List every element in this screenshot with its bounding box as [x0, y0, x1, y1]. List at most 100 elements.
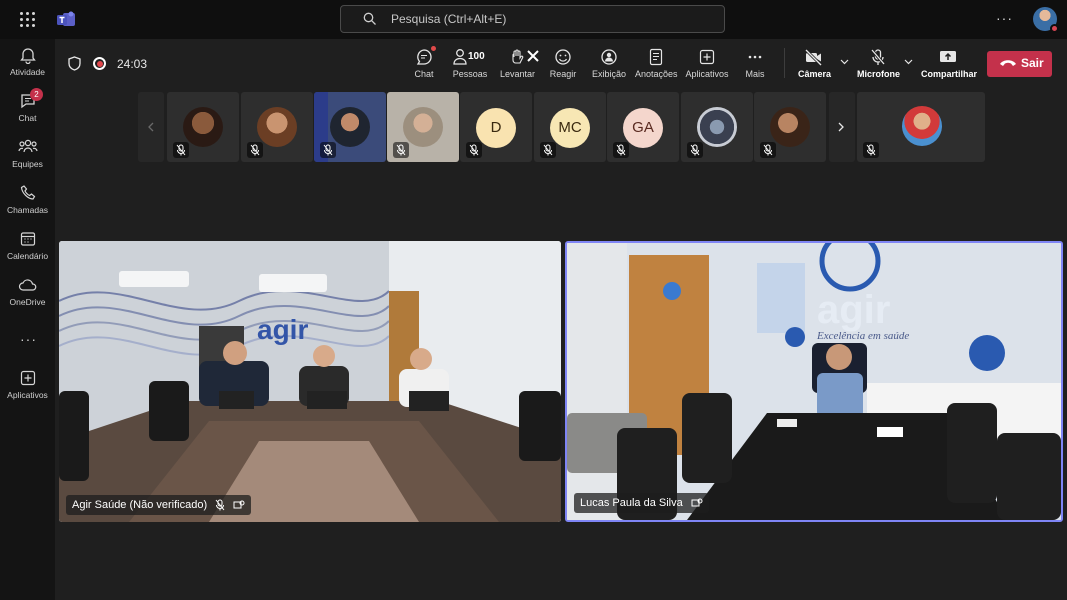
mic-off-icon [396, 144, 406, 156]
raise-label: Levantar [500, 69, 536, 79]
participant-tile[interactable] [314, 92, 386, 162]
participant-tile[interactable]: GA [607, 92, 679, 162]
video-feed: agir [59, 241, 561, 522]
participant-initials: D [476, 108, 516, 148]
participant-name: Agir Saúde (Não verificado) [72, 499, 208, 511]
svg-text:agir: agir [257, 314, 308, 345]
video-tile-agir-saude[interactable]: agir Agir Saúde (Não verificado) [59, 241, 561, 522]
chat-unread-dot [431, 46, 436, 51]
participant-strip: D MC GA [55, 89, 1067, 167]
rail-label: Atividade [10, 67, 45, 77]
search-box[interactable]: Pesquisa (Ctrl+Alt+E) [340, 5, 725, 33]
notes-label: Anotações [635, 69, 678, 79]
microphone-button[interactable]: Microfone [857, 48, 900, 84]
share-button[interactable]: Compartilhar [921, 48, 977, 84]
more-icon [748, 55, 762, 59]
rail-label: Aplicativos [7, 390, 48, 400]
participant-tile[interactable] [387, 92, 459, 162]
chat-badge: 2 [30, 88, 43, 101]
self-view-tile[interactable] [857, 92, 985, 162]
self-avatar [902, 106, 942, 146]
apps-label: Aplicativos [685, 69, 729, 79]
people-count: 100 [468, 51, 485, 62]
react-button[interactable]: Reagir [549, 48, 577, 84]
teams-people-icon [17, 139, 38, 153]
muted-indicator [320, 142, 336, 158]
leave-button[interactable]: Sair [987, 51, 1052, 77]
profile-avatar[interactable] [1033, 7, 1059, 33]
hand-icon [512, 49, 524, 64]
title-bar: Pesquisa (Ctrl+Alt+E) ··· [0, 0, 1067, 39]
mic-off-icon [870, 49, 886, 65]
video-tile-lucas[interactable]: agir Excelência em saúde Lucas Paula da … [565, 241, 1063, 522]
recording-icon [93, 57, 106, 70]
rail-item-teams[interactable]: Equipes [0, 138, 55, 182]
view-person-icon [601, 49, 617, 65]
mic-off-icon [616, 144, 626, 156]
rail-item-activity[interactable]: Atividade [0, 46, 55, 90]
camera-button[interactable]: Câmera [798, 48, 832, 84]
rail-item-onedrive[interactable]: OneDrive [0, 276, 55, 320]
participant-tile[interactable] [167, 92, 239, 162]
settings-more-icon[interactable]: ··· [996, 10, 1013, 26]
rail-label: Chamadas [6, 205, 49, 215]
muted-indicator [393, 142, 409, 158]
svg-text:Excelência em saúde: Excelência em saúde [816, 330, 909, 342]
participant-initials: GA [623, 108, 663, 148]
more-button[interactable]: Mais [742, 48, 768, 84]
rail-item-apps[interactable]: Aplicativos [0, 369, 55, 413]
rail-item-calls[interactable]: Chamadas [0, 184, 55, 228]
participant-tile[interactable]: D [460, 92, 532, 162]
apps-button[interactable]: Aplicativos [685, 48, 729, 84]
participant-tile[interactable] [754, 92, 826, 162]
mic-off-icon [323, 144, 333, 156]
notes-icon [649, 48, 663, 66]
leave-label: Sair [1021, 56, 1044, 70]
more-apps-icon[interactable]: ··· [20, 331, 37, 347]
rail-label: Chat [18, 113, 37, 123]
participant-tile[interactable] [681, 92, 753, 162]
view-button[interactable]: Exibição [591, 48, 627, 84]
teams-window: Pesquisa (Ctrl+Alt+E) ··· Atividade 2 Ch… [0, 0, 1067, 600]
muted-indicator [247, 142, 263, 158]
more-label: Mais [745, 69, 765, 79]
rail-label: Equipes [12, 159, 43, 169]
meeting-timer: 24:03 [117, 57, 148, 71]
camera-label: Câmera [798, 69, 832, 79]
app-launcher-icon[interactable] [20, 12, 35, 27]
participant-tile[interactable] [241, 92, 313, 162]
teams-logo-icon [57, 11, 75, 26]
participant-photo [330, 107, 370, 147]
search-placeholder: Pesquisa (Ctrl+Alt+E) [391, 12, 507, 26]
participant-name-tag: Lucas Paula da Silva [574, 493, 709, 513]
muted-indicator [687, 142, 703, 158]
participant-name-tag: Agir Saúde (Não verificado) [66, 495, 252, 515]
participant-photo [770, 107, 810, 147]
muted-indicator [173, 142, 189, 158]
rail-item-calendar[interactable]: Calendário [0, 230, 55, 274]
camera-off-icon [804, 48, 823, 66]
rail-label: Calendário [6, 251, 49, 261]
people-button[interactable]: 100 Pessoas [450, 48, 490, 84]
chat-button[interactable]: Chat [410, 46, 438, 84]
muted-indicator [466, 142, 482, 158]
mic-off-icon [176, 144, 186, 156]
strip-next-button[interactable] [829, 92, 855, 162]
mic-off-icon [215, 499, 225, 511]
muted-indicator [760, 142, 776, 158]
chevron-down-icon[interactable] [904, 59, 913, 65]
close-icon[interactable] [525, 48, 541, 64]
phone-icon [20, 185, 35, 200]
shield-icon[interactable] [68, 56, 81, 71]
rail-item-chat[interactable]: 2 Chat [0, 88, 55, 136]
strip-prev-button[interactable] [138, 92, 164, 162]
bell-icon [19, 48, 36, 64]
add-app-icon [20, 370, 35, 386]
emoji-icon [555, 49, 571, 65]
notes-button[interactable]: Anotações [635, 48, 678, 84]
muted-indicator [613, 142, 629, 158]
mic-off-icon [763, 144, 773, 156]
chevron-down-icon[interactable] [840, 59, 849, 65]
people-label: Pessoas [452, 69, 488, 79]
participant-tile[interactable]: MC [534, 92, 606, 162]
